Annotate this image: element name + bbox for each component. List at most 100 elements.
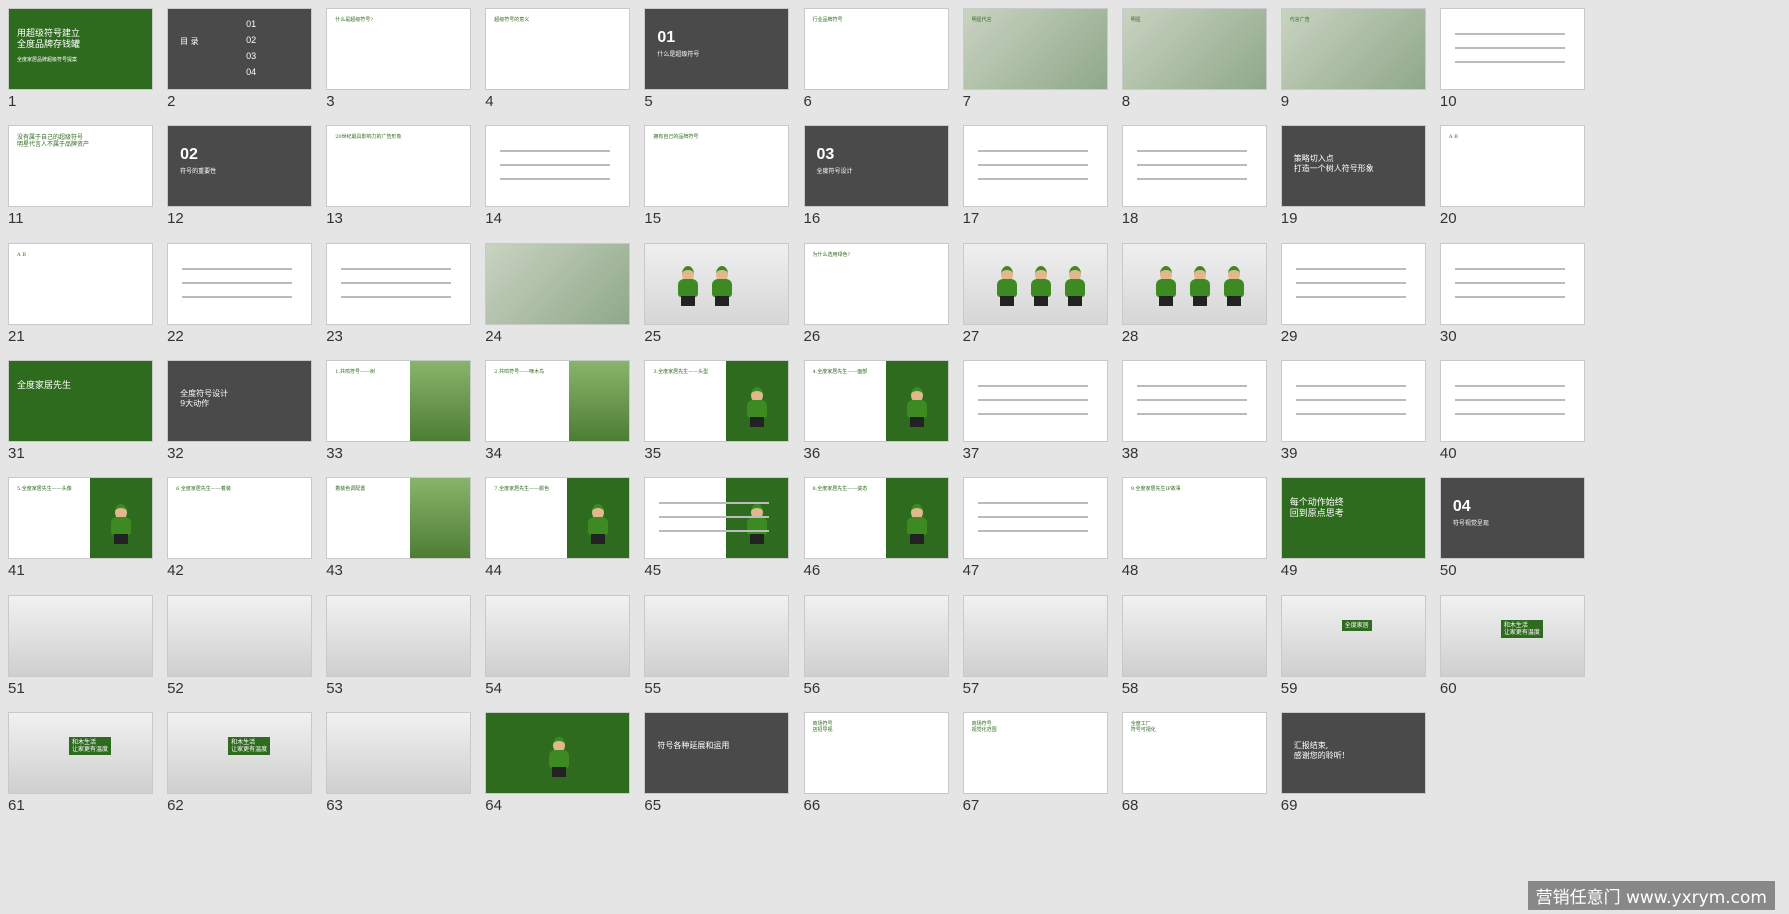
slide-preview[interactable]: 全度工厂 符号可视化 [1121,711,1267,794]
slide-preview[interactable]: 3.全度家居先生——头型 [644,359,790,442]
slide-preview[interactable] [644,477,790,560]
slide-preview[interactable]: 全度符号设计 9大动作 [167,359,313,442]
slide-thumbnail-21[interactable]: A B 21 [0,235,165,363]
slide-preview[interactable]: 2.共鸣符号——啄木鸟 [485,359,631,442]
slide-preview[interactable]: 和木生活 让家更有温度 [8,711,153,794]
slide-thumbnail-22[interactable]: 22 [159,235,324,363]
slide-preview[interactable]: 代言广告 [1280,8,1426,90]
slide-thumbnail-40[interactable]: 40 [1432,352,1597,480]
slide-thumbnail-16[interactable]: 03 全度符号设计 16 [796,117,961,245]
slide-preview[interactable] [326,594,472,677]
slide-thumbnail-13[interactable]: 20世纪最具影响力的广告形象 13 [318,117,483,245]
slide-thumbnail-10[interactable]: 10 [1432,0,1597,128]
slide-thumbnail-50[interactable]: 04 符号视觉呈现 50 [1432,469,1597,597]
slide-preview[interactable] [1121,125,1267,208]
slide-thumbnail-36[interactable]: 4.全度家居先生——面部 36 [796,352,961,480]
slide-thumbnail-9[interactable]: 代言广告 9 [1273,0,1438,128]
slide-thumbnail-12[interactable]: 02 符号的重要性 12 [159,117,324,245]
slide-preview[interactable] [1121,242,1267,325]
slide-thumbnail-43[interactable]: 着装色调配置 43 [318,469,483,597]
slide-preview[interactable] [1121,359,1267,442]
slide-thumbnail-48[interactable]: 9.全度家居先生IP故事 48 [1114,469,1279,597]
slide-thumbnail-67[interactable]: 商场符号 视觉化范围 67 [955,704,1120,832]
slide-preview[interactable] [326,242,472,325]
slide-thumbnail-30[interactable]: 30 [1432,235,1597,363]
slide-preview[interactable]: 明星代言 [962,8,1108,90]
slide-thumbnail-25[interactable]: 25 [636,235,801,363]
slide-thumbnail-57[interactable]: 57 [955,587,1120,715]
slide-preview[interactable] [1439,242,1585,325]
slide-thumbnail-39[interactable]: 39 [1273,352,1438,480]
slide-thumbnail-54[interactable]: 54 [477,587,642,715]
slide-preview[interactable]: 02 符号的重要性 [167,125,313,208]
slide-preview[interactable] [1280,359,1426,442]
slide-preview[interactable]: 4.全度家居先生——面部 [803,359,949,442]
slide-thumbnail-27[interactable]: 27 [955,235,1120,363]
slide-preview[interactable]: 拥有自己的品牌符号 [644,125,790,208]
slide-preview[interactable] [644,242,790,325]
slide-preview[interactable]: 商场符号 视觉化范围 [962,711,1108,794]
slide-thumbnail-58[interactable]: 58 [1114,587,1279,715]
slide-thumbnail-37[interactable]: 37 [955,352,1120,480]
slide-preview[interactable]: 6.全度家居先生——着装 [167,477,313,560]
slide-thumbnail-63[interactable]: 63 [318,704,483,832]
slide-thumbnail-62[interactable]: 和木生活 让家更有温度 62 [159,704,324,832]
slide-thumbnail-29[interactable]: 29 [1273,235,1438,363]
slide-thumbnail-42[interactable]: 6.全度家居先生——着装 42 [159,469,324,597]
slide-thumbnail-18[interactable]: 18 [1114,117,1279,245]
slide-preview[interactable]: 全度家居先生 [8,359,153,442]
slide-thumbnail-19[interactable]: 策略切入点 打造一个树人符号形象 19 [1273,117,1438,245]
slide-preview[interactable] [1439,359,1585,442]
slide-thumbnail-24[interactable]: 24 [477,235,642,363]
slide-preview[interactable]: 9.全度家居先生IP故事 [1121,477,1267,560]
slide-preview[interactable] [485,242,631,325]
slide-thumbnail-38[interactable]: 38 [1114,352,1279,480]
slide-preview[interactable]: 和木生活 让家更有温度 [167,711,313,794]
slide-preview[interactable]: A B [8,242,153,325]
slide-preview[interactable]: 汇报结束, 感谢您的聆听! [1280,711,1426,794]
slide-thumbnail-17[interactable]: 17 [955,117,1120,245]
slide-preview[interactable] [1121,594,1267,677]
slide-preview[interactable]: 20世纪最具影响力的广告形象 [326,125,472,208]
slide-preview[interactable] [326,711,472,794]
slide-thumbnail-47[interactable]: 47 [955,469,1120,597]
slide-preview[interactable] [485,125,631,208]
slide-preview[interactable]: A B [1439,125,1585,208]
slide-thumbnail-61[interactable]: 和木生活 让家更有温度 61 [0,704,165,832]
slide-preview[interactable] [1280,242,1426,325]
slide-thumbnail-6[interactable]: 行业品牌符号 6 [796,0,961,128]
slide-thumbnail-55[interactable]: 55 [636,587,801,715]
slide-thumbnail-46[interactable]: 8.全度家居先生——姿态 46 [796,469,961,597]
slide-preview[interactable]: 全度家居 [1280,594,1426,677]
slide-preview[interactable] [167,242,313,325]
slide-thumbnail-35[interactable]: 3.全度家居先生——头型 35 [636,352,801,480]
slide-thumbnail-53[interactable]: 53 [318,587,483,715]
slide-preview[interactable] [8,594,153,677]
slide-thumbnail-2[interactable]: 目 录 01 02 03 04 2 [159,0,324,128]
slide-preview[interactable]: 什么是超级符号? [326,8,472,90]
slide-preview[interactable]: 01 什么是超级符号 [644,8,790,90]
slide-preview[interactable]: 用超级符号建立 全度品牌存钱罐 全度家居品牌超级符号提案 [8,8,153,90]
slide-preview[interactable]: 行业品牌符号 [803,8,949,90]
slide-thumbnail-11[interactable]: 没有属于自己的超级符号 明星代言人不属于品牌资产 11 [0,117,165,245]
slide-thumbnail-26[interactable]: 为什么选用绿色? 26 [796,235,961,363]
slide-preview[interactable]: 和木生活 让家更有温度 [1439,594,1585,677]
slide-thumbnail-7[interactable]: 明星代言 7 [955,0,1120,128]
slide-thumbnail-31[interactable]: 全度家居先生 31 [0,352,165,480]
slide-thumbnail-66[interactable]: 商场符号 店招导视 66 [796,704,961,832]
slide-preview[interactable] [485,594,631,677]
slide-preview[interactable]: 策略切入点 打造一个树人符号形象 [1280,125,1426,208]
slide-thumbnail-60[interactable]: 和木生活 让家更有温度 60 [1432,587,1597,715]
slide-thumbnail-49[interactable]: 每个动作始终 回到原点思考 49 [1273,469,1438,597]
slide-preview[interactable]: 明星 [1121,8,1267,90]
slide-preview[interactable] [962,359,1108,442]
slide-preview[interactable]: 超级符号的意义 [485,8,631,90]
slide-thumbnail-44[interactable]: 7.全度家居先生——颜色 44 [477,469,642,597]
slide-thumbnail-20[interactable]: A B 20 [1432,117,1597,245]
slide-preview[interactable]: 7.全度家居先生——颜色 [485,477,631,560]
slide-preview[interactable]: 商场符号 店招导视 [803,711,949,794]
slide-thumbnail-3[interactable]: 什么是超级符号? 3 [318,0,483,128]
slide-preview[interactable] [803,594,949,677]
slide-preview[interactable] [962,125,1108,208]
slide-preview[interactable]: 每个动作始终 回到原点思考 [1280,477,1426,560]
